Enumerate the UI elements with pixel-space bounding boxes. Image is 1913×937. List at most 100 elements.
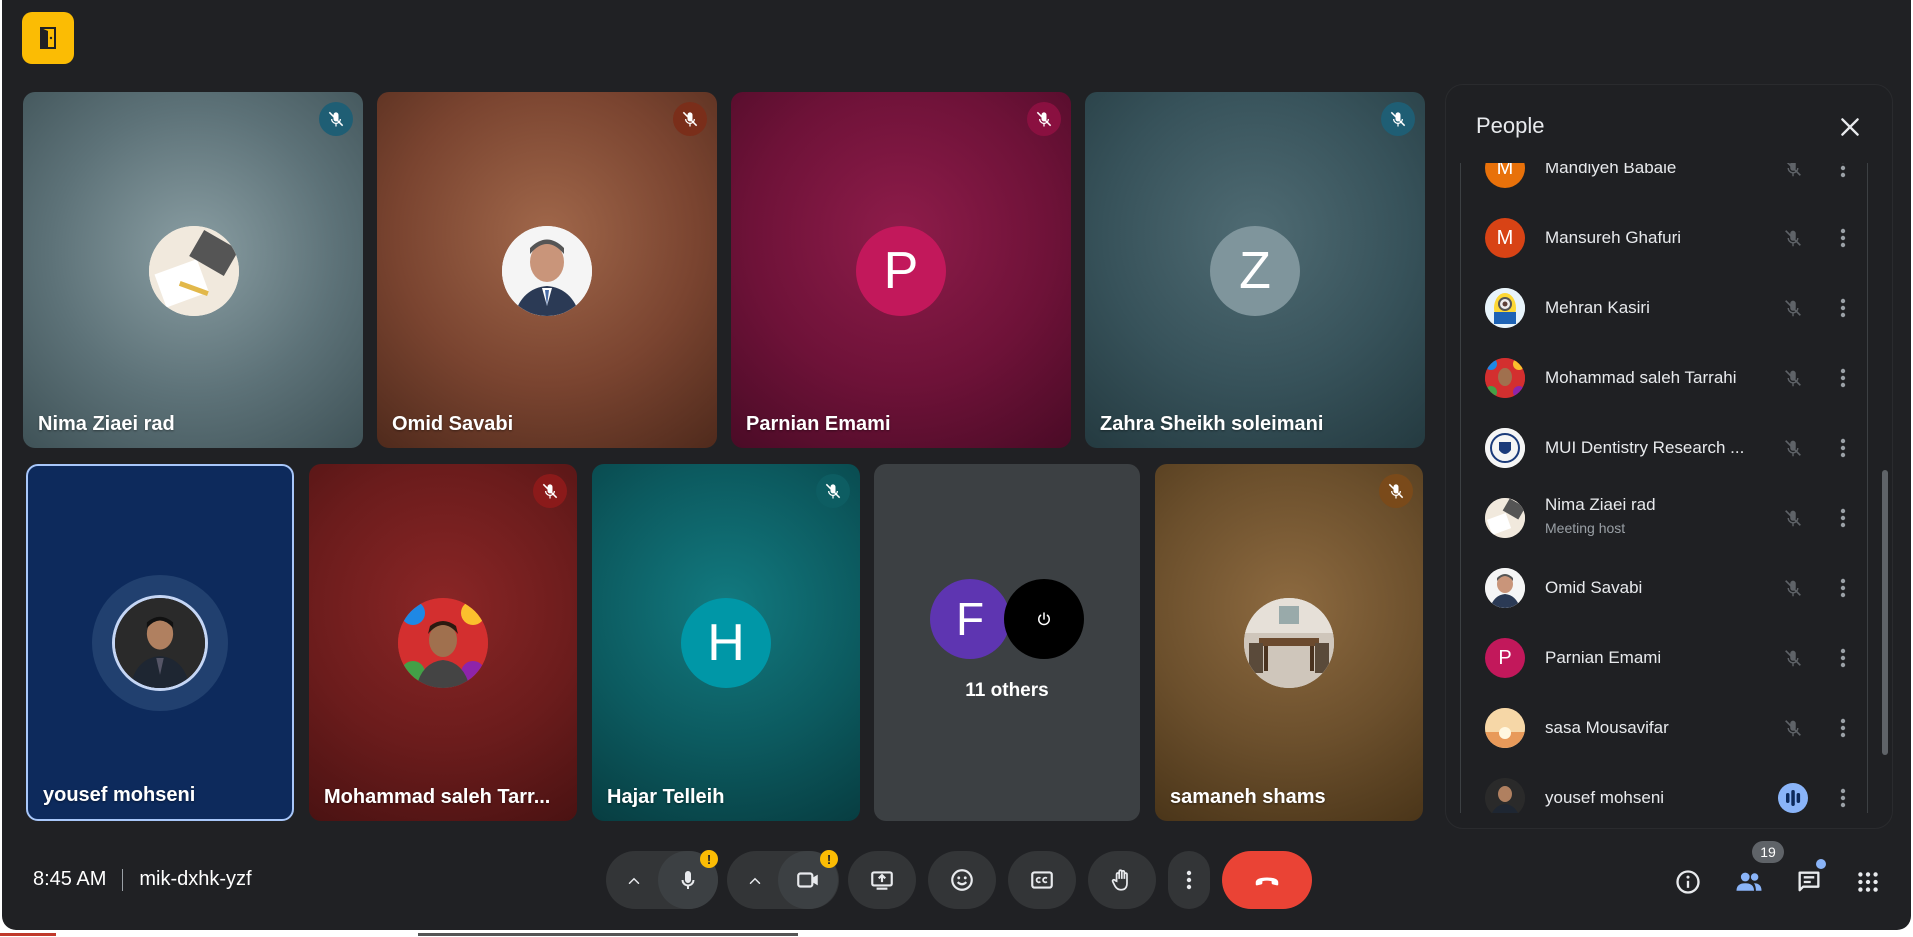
muted-mic-icon [1381,102,1415,136]
people-panel: People M Mandiyeh Babaie M Mansureh Ghaf… [1445,84,1893,829]
avatar [1485,568,1525,608]
list-item[interactable]: Omid Savabi [1461,553,1867,623]
info-icon [1676,870,1700,894]
list-item[interactable]: Mehran Kasiri [1461,273,1867,343]
avatar-letter: P [856,226,946,316]
leave-door-logo[interactable] [22,12,74,64]
participant-tile-samaneh[interactable]: samaneh shams [1155,464,1423,821]
door-icon [40,27,56,49]
more-options-button[interactable] [1829,640,1857,676]
participant-list[interactable]: M Mandiyeh Babaie M Mansureh Ghafuri Meh… [1460,163,1868,813]
participant-name: Hajar Telleih [607,786,725,808]
muted-mic-icon [533,474,567,508]
participant-name: Mansureh Ghafuri [1545,228,1682,247]
list-item[interactable]: M Mansureh Ghafuri [1461,203,1867,273]
camera-warning-badge: ! [820,850,838,868]
muted-mic-icon [319,102,353,136]
mic-options-button[interactable] [619,866,649,896]
more-options-button[interactable] [1829,220,1857,256]
avatar-letter: M [1485,163,1525,188]
participant-tile-omid[interactable]: Omid Savabi [377,92,717,448]
participant-tile-mohammad[interactable]: Mohammad saleh Tarr... [309,464,577,821]
captions-button[interactable] [1008,851,1076,909]
chevron-up-icon [749,877,761,884]
more-options-button[interactable] [1829,360,1857,396]
avatar [502,226,592,316]
people-count-badge: 19 [1752,841,1784,863]
avatar-letter: H [681,598,771,688]
more-options-button[interactable] [1829,710,1857,746]
more-options-button[interactable] [1829,430,1857,466]
participant-tile-zahra[interactable]: Z Zahra Sheikh soleimani [1085,92,1425,448]
unread-dot [1816,859,1826,869]
chat-icon [1798,871,1820,892]
participant-name: yousef mohseni [1545,788,1665,807]
more-options-button[interactable] [1829,290,1857,326]
meet-window: Nima Ziaei rad Omid Savabi P Parnian Ema… [2,0,1911,930]
participant-tile-self[interactable]: yousef mohseni [26,464,294,821]
more-options-button[interactable] [1829,780,1857,813]
activities-button[interactable] [1848,862,1888,902]
more-options-button[interactable] [1168,851,1210,909]
more-options-button[interactable] [1829,163,1857,186]
avatar [398,598,488,688]
emoji-reaction-button[interactable] [928,851,996,909]
participant-tile-hajar[interactable]: H Hajar Telleih [592,464,860,821]
muted-mic-icon [1777,712,1809,744]
panel-scrollbar[interactable] [1882,470,1888,755]
avatar [1485,708,1525,748]
list-item[interactable]: yousef mohseni [1461,763,1867,813]
leave-call-button[interactable] [1222,851,1312,909]
muted-mic-icon [816,474,850,508]
bottom-edge [0,930,1913,937]
avatar [1485,358,1525,398]
emoji-icon [951,869,973,891]
chevron-up-icon [628,877,640,884]
present-screen-button[interactable] [848,851,916,909]
people-icon [1736,872,1762,891]
participant-name: Mandiyeh Babaie [1545,163,1677,177]
list-item[interactable]: Nima Ziaei rad Meeting host [1461,483,1867,553]
raise-hand-icon [1111,869,1128,891]
participant-name: MUI Dentistry Research ... [1545,438,1745,457]
meeting-info: 8:45 AM mik-dxhk-yzf [33,868,252,891]
people-panel-title: People [1476,113,1545,138]
list-item[interactable]: P Parnian Emami [1461,623,1867,693]
participant-name: samaneh shams [1170,786,1326,808]
others-count: 11 others [965,680,1049,701]
muted-mic-icon [1777,642,1809,674]
meeting-details-button[interactable] [1668,862,1708,902]
participant-name: Omid Savabi [1545,578,1643,597]
avatar [112,595,208,691]
muted-mic-icon [1777,292,1809,324]
meeting-code: mik-dxhk-yzf [139,868,252,890]
people-button[interactable] [1729,862,1769,902]
mic-icon [681,871,695,889]
avatar-letter: F [930,579,1010,659]
avatar [1485,778,1525,813]
participant-name: yousef mohseni [43,784,196,806]
participant-role: Meeting host [1545,520,1626,536]
avatar [1244,598,1334,688]
list-item[interactable]: Mohammad saleh Tarrahi [1461,343,1867,413]
close-panel-button[interactable] [1830,107,1870,147]
participant-tile-parnian[interactable]: P Parnian Emami [731,92,1071,448]
participant-tile-nima[interactable]: Nima Ziaei rad [23,92,363,448]
participant-name: Nima Ziaei rad [38,413,175,435]
camera-options-button[interactable] [740,866,770,896]
more-options-button[interactable] [1829,570,1857,606]
list-item[interactable]: MUI Dentistry Research ... [1461,413,1867,483]
more-options-button[interactable] [1829,500,1857,536]
muted-mic-icon [1777,362,1809,394]
speaking-indicator-icon [1777,782,1809,813]
list-item[interactable]: sasa Mousavifar [1461,693,1867,763]
participant-name: Nima Ziaei rad [1545,495,1656,514]
avatar-letter: M [1485,218,1525,258]
muted-mic-icon [1777,432,1809,464]
closed-captions-icon [1031,871,1053,889]
raise-hand-button[interactable] [1088,851,1156,909]
participant-name: Mohammad saleh Tarr... [324,786,551,808]
others-tile[interactable]: F 11 others [874,464,1140,821]
avatar [149,226,239,316]
list-item[interactable]: M Mandiyeh Babaie [1461,163,1867,203]
